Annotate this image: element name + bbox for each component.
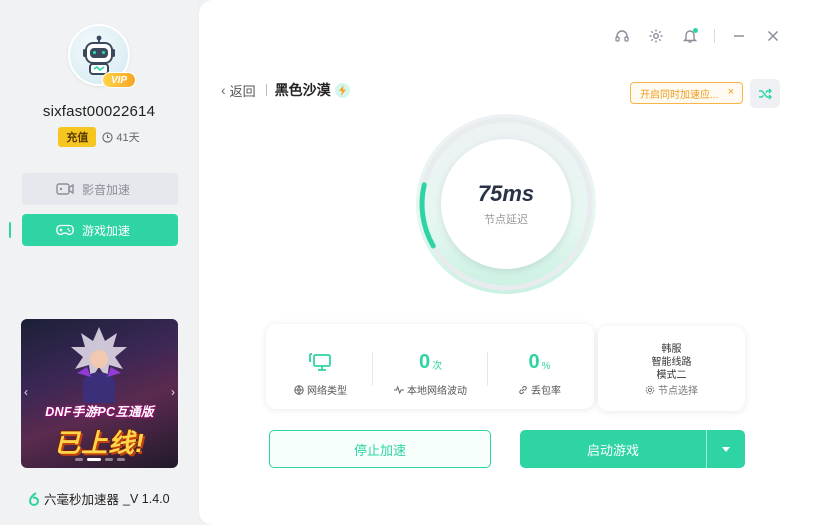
headset-icon[interactable] [612,26,632,46]
clock-icon [102,131,114,143]
node-select-card[interactable]: 韩服 智能线路 模式二 节点选择 [598,326,745,411]
banner-subtitle: DNF手游PC互通版 [45,405,154,419]
stat-divider [372,352,373,386]
lightning-icon [334,82,350,98]
link-icon [519,385,527,394]
gear-icon[interactable] [646,26,666,46]
banner-title: 已上线! [54,428,145,458]
stat-label-text: 网络类型 [307,386,347,397]
sidebar-item-game[interactable]: 游戏加速 [22,214,178,246]
banner-dot[interactable] [86,458,101,461]
node-label-text: 节点选择 [658,386,698,397]
stat-label: 本地网络波动 [376,382,485,397]
stat-label-text: 本地网络波动 [407,386,467,397]
minimize-icon[interactable] [729,26,749,46]
node-mode: 模式二 [656,370,687,381]
sim-tag-text: 开启同时加速应... [640,89,719,101]
stat-unit: % [541,361,551,372]
node-region: 韩服 [661,344,682,355]
node-route: 智能线路 [651,357,692,368]
game-character-image [71,327,127,403]
game-title: 黑色沙漠 [274,82,331,98]
node-info: 韩服 智能线路 模式二 [598,343,745,382]
sidebar-item-video[interactable]: 影音加速 [22,173,178,205]
stat-label: 网络类型 [266,382,375,397]
window-controls [612,26,783,46]
app-brand: 六毫秒加速器 _V 1.4.0 [28,489,170,508]
days-text: 41天 [116,132,140,144]
latency-gauge: 75ms 节点延迟 [415,113,597,295]
notification-dot [693,28,698,33]
bell-icon[interactable] [680,26,700,46]
network-stats-card: 网络类型 0 次 本地网络波动 0 % 丢包率 [266,324,594,409]
shuffle-button[interactable] [750,79,780,108]
stat-unit: 次 [432,361,443,372]
node-select-label: 节点选择 [598,382,745,397]
stat-value: 0 [418,351,431,373]
stat-network-fluctuation: 0 次 本地网络波动 [376,324,485,409]
gamepad-icon [56,224,74,236]
banner-dot[interactable] [74,458,83,461]
launch-game-button-group: 启动游戏 [520,430,745,468]
globe-icon [294,384,304,395]
stat-label: 丢包率 [485,382,594,397]
sidebar-item-label: 影音加速 [82,182,131,197]
gear-icon [645,385,655,394]
simultaneous-accel-tag[interactable]: 开启同时加速应... × [630,82,743,104]
promo-banner[interactable]: ‹ › DNF手游PC互通版 已上线! [21,319,178,468]
stat-packet-loss: 0 % 丢包率 [485,324,594,409]
latency-label: 节点延迟 [484,214,528,226]
app-version: _V 1.4.0 [123,491,170,506]
stat-network-type: 网络类型 [266,324,375,409]
latency-value: 75ms [477,181,535,206]
breadcrumb: ‹ 返回 黑色沙漠 [221,80,350,100]
stop-accel-button[interactable]: 停止加速 [269,430,491,468]
shuffle-icon [759,88,772,99]
banner-prev-icon[interactable]: ‹ [24,385,28,399]
latency-readout: 75ms 节点延迟 [441,139,571,269]
caret-down-icon [722,446,730,452]
recharge-button[interactable]: 充值 [58,127,97,147]
banner-dot[interactable] [116,458,125,461]
stat-label-text: 丢包率 [531,386,561,397]
launch-options-dropdown[interactable] [707,430,745,468]
breadcrumb-divider [265,84,267,96]
back-button[interactable]: 返回 [230,81,256,100]
main-panel: ‹ 返回 黑色沙漠 开启同时加速应... × 75ms 节点延迟 网络类型 0 … [199,0,813,525]
close-icon[interactable]: × [728,86,734,98]
sidebar-item-label: 游戏加速 [82,223,131,238]
app-name: 六毫秒加速器 [44,493,120,507]
app-logo-icon [28,491,40,506]
controls-divider [714,29,715,43]
banner-pagination [21,458,178,461]
days-remaining: 41天 [102,129,140,145]
pulse-icon [394,385,404,394]
stat-value: 0 [528,351,540,373]
vip-badge: VIP [102,72,136,88]
video-icon [56,183,74,195]
chevron-left-icon[interactable]: ‹ [221,82,226,98]
sidebar: VIP sixfast00022614 充值 41天 影音加速 游戏加速 ‹ ›… [0,0,198,525]
active-indicator [9,222,11,238]
monitor-icon [266,350,375,372]
close-icon[interactable] [763,26,783,46]
launch-game-button[interactable]: 启动游戏 [520,430,706,468]
banner-dot[interactable] [104,458,113,461]
banner-next-icon[interactable]: › [171,385,175,399]
username: sixfast00022614 [42,103,156,120]
account-meta: 充值 41天 [0,127,198,147]
avatar[interactable]: VIP [68,24,136,88]
